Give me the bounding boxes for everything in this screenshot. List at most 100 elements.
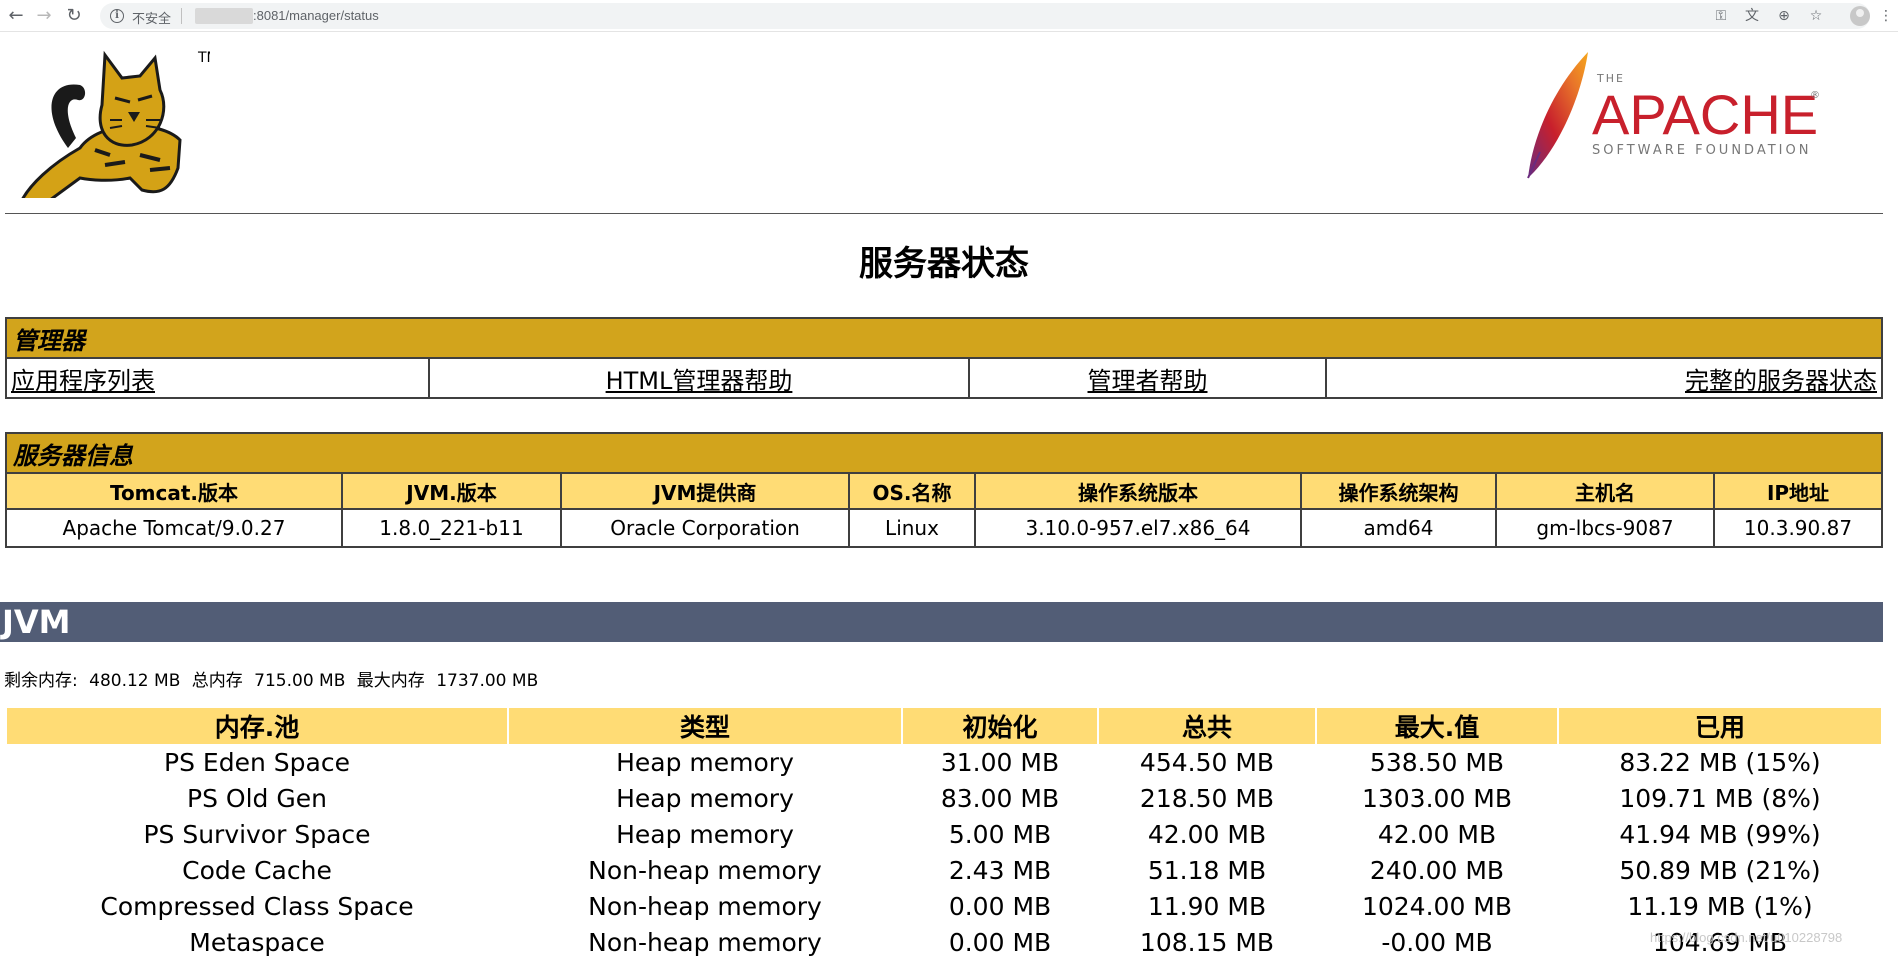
complete-server-status-link[interactable]: 完整的服务器状态 <box>1685 367 1877 395</box>
total-memory-value: 715.00 MB <box>254 671 346 691</box>
apache-sub: SOFTWARE FOUNDATION <box>1592 143 1811 158</box>
pool-type: Non-heap memory <box>509 924 901 960</box>
apache-name: APACHE <box>1592 83 1818 146</box>
pool-max: 240.00 MB <box>1317 852 1557 888</box>
url-text[interactable]: :8081/manager/status <box>253 8 379 23</box>
tomcat-logo[interactable]: TM <box>10 50 219 202</box>
jvm-version-value: 1.8.0_221-b11 <box>341 508 562 548</box>
col-used: 已用 <box>1559 708 1881 744</box>
pool-initial: 0.00 MB <box>903 924 1097 960</box>
pool-name: Code Cache <box>7 852 507 888</box>
pool-total: 454.50 MB <box>1099 744 1315 780</box>
manager-link-cell: 完整的服务器状态 <box>1325 357 1883 399</box>
apache-reg: ® <box>1810 90 1820 101</box>
pool-used: 50.89 MB (21%) <box>1559 852 1881 888</box>
address-bar[interactable]: i 不安全 :8081/manager/status <box>100 3 1870 29</box>
bookmark-star-icon[interactable]: ☆ <box>1806 6 1826 26</box>
pool-type: Non-heap memory <box>509 888 901 924</box>
pool-max: -0.00 MB <box>1317 924 1557 960</box>
col-hostname: 主机名 <box>1495 472 1715 510</box>
pool-initial: 83.00 MB <box>903 780 1097 816</box>
col-os-version: 操作系统版本 <box>974 472 1302 510</box>
max-memory-label: 最大内存 <box>356 671 425 691</box>
info-icon[interactable]: i <box>110 9 124 23</box>
pool-max: 538.50 MB <box>1317 744 1557 780</box>
memory-summary: 剩余内存: 480.12 MB 总内存 715.00 MB 最大内存 1737.… <box>4 666 544 691</box>
address-separator <box>181 8 182 24</box>
html-manager-help-link[interactable]: HTML管理器帮助 <box>606 367 793 395</box>
pool-total: 51.18 MB <box>1099 852 1315 888</box>
browser-toolbar: ← → ↻ i 不安全 :8081/manager/status ⚿ 文 ⊕ ☆… <box>0 0 1898 32</box>
pool-type: Non-heap memory <box>509 852 901 888</box>
page-title: 服务器状态 <box>859 244 1029 284</box>
header-divider <box>5 213 1883 214</box>
max-memory-value: 1737.00 MB <box>436 671 539 691</box>
pool-initial: 0.00 MB <box>903 888 1097 924</box>
pool-used: 109.71 MB (8%) <box>1559 780 1881 816</box>
pool-max: 42.00 MB <box>1317 816 1557 852</box>
table-row: Metaspace Non-heap memory 0.00 MB 108.15… <box>7 924 1881 960</box>
pool-total: 42.00 MB <box>1099 816 1315 852</box>
pool-total: 218.50 MB <box>1099 780 1315 816</box>
table-row: PS Eden Space Heap memory 31.00 MB 454.5… <box>7 744 1881 780</box>
col-tomcat-version: Tomcat.版本 <box>5 472 343 510</box>
memory-pool-table: 内存.池 类型 初始化 总共 最大.值 已用 PS Eden Space Hea… <box>5 708 1883 960</box>
pool-initial: 2.43 MB <box>903 852 1097 888</box>
zoom-icon[interactable]: ⊕ <box>1774 6 1794 26</box>
manager-link-cell: 管理者帮助 <box>968 357 1327 399</box>
manager-link-cell: HTML管理器帮助 <box>428 357 970 399</box>
pool-type: Heap memory <box>509 744 901 780</box>
tomcat-tm: TM <box>197 50 210 66</box>
pool-initial: 31.00 MB <box>903 744 1097 780</box>
manager-heading: 管理器 <box>5 317 1883 359</box>
col-jvm-version: JVM.版本 <box>341 472 562 510</box>
menu-kebab-icon[interactable]: ⋮ <box>1876 6 1896 26</box>
col-initial: 初始化 <box>903 708 1097 744</box>
server-info-heading: 服务器信息 <box>5 432 1883 474</box>
free-memory-value: 480.12 MB <box>89 671 181 691</box>
pool-initial: 5.00 MB <box>903 816 1097 852</box>
pool-used: 41.94 MB (99%) <box>1559 816 1881 852</box>
pool-name: Compressed Class Space <box>7 888 507 924</box>
profile-avatar-icon[interactable] <box>1850 6 1870 26</box>
tomcat-version-value: Apache Tomcat/9.0.27 <box>5 508 343 548</box>
pool-name: Metaspace <box>7 924 507 960</box>
redacted-host <box>195 8 253 24</box>
col-total: 总共 <box>1099 708 1315 744</box>
pool-name: PS Old Gen <box>7 780 507 816</box>
pool-name: PS Eden Space <box>7 744 507 780</box>
table-row: PS Survivor Space Heap memory 5.00 MB 42… <box>7 816 1881 852</box>
table-row: Code Cache Non-heap memory 2.43 MB 51.18… <box>7 852 1881 888</box>
key-icon[interactable]: ⚿ <box>1711 6 1731 26</box>
manager-help-link[interactable]: 管理者帮助 <box>1088 367 1208 395</box>
free-memory-label: 剩余内存: <box>4 671 78 691</box>
pool-max: 1024.00 MB <box>1317 888 1557 924</box>
pool-used: 11.19 MB (1%) <box>1559 888 1881 924</box>
col-maximum: 最大.值 <box>1317 708 1557 744</box>
jvm-vendor-value: Oracle Corporation <box>560 508 850 548</box>
back-arrow-icon[interactable]: ← <box>4 4 28 28</box>
pool-type: Heap memory <box>509 780 901 816</box>
pool-name: PS Survivor Space <box>7 816 507 852</box>
table-row: Compressed Class Space Non-heap memory 0… <box>7 888 1881 924</box>
pool-total: 108.15 MB <box>1099 924 1315 960</box>
manager-table: 管理器 应用程序列表 HTML管理器帮助 管理者帮助 完整的服务器状态 <box>5 317 1883 399</box>
os-name-value: Linux <box>848 508 976 548</box>
reload-icon[interactable]: ↻ <box>62 4 86 28</box>
table-row: PS Old Gen Heap memory 83.00 MB 218.50 M… <box>7 780 1881 816</box>
os-version-value: 3.10.0-957.el7.x86_64 <box>974 508 1302 548</box>
app-list-link[interactable]: 应用程序列表 <box>11 367 155 395</box>
col-os-arch: 操作系统架构 <box>1300 472 1497 510</box>
translate-icon[interactable]: 文 <box>1742 6 1762 26</box>
apache-logo[interactable]: THE APACHE ® SOFTWARE FOUNDATION <box>1520 52 1840 182</box>
watermark: https://blog.csdn.net/u010228798 <box>1650 930 1843 945</box>
memory-pool-rows: PS Eden Space Heap memory 31.00 MB 454.5… <box>7 744 1881 960</box>
pool-type: Heap memory <box>509 816 901 852</box>
forward-arrow-icon[interactable]: → <box>32 4 56 28</box>
insecure-label: 不安全 <box>132 11 172 26</box>
os-arch-value: amd64 <box>1300 508 1497 548</box>
col-memory-pool: 内存.池 <box>7 708 507 744</box>
server-info-table: 服务器信息 Tomcat.版本 JVM.版本 JVM提供商 OS.名称 操作系统… <box>5 432 1883 548</box>
total-memory-label: 总内存 <box>191 671 243 691</box>
pool-used: 83.22 MB (15%) <box>1559 744 1881 780</box>
